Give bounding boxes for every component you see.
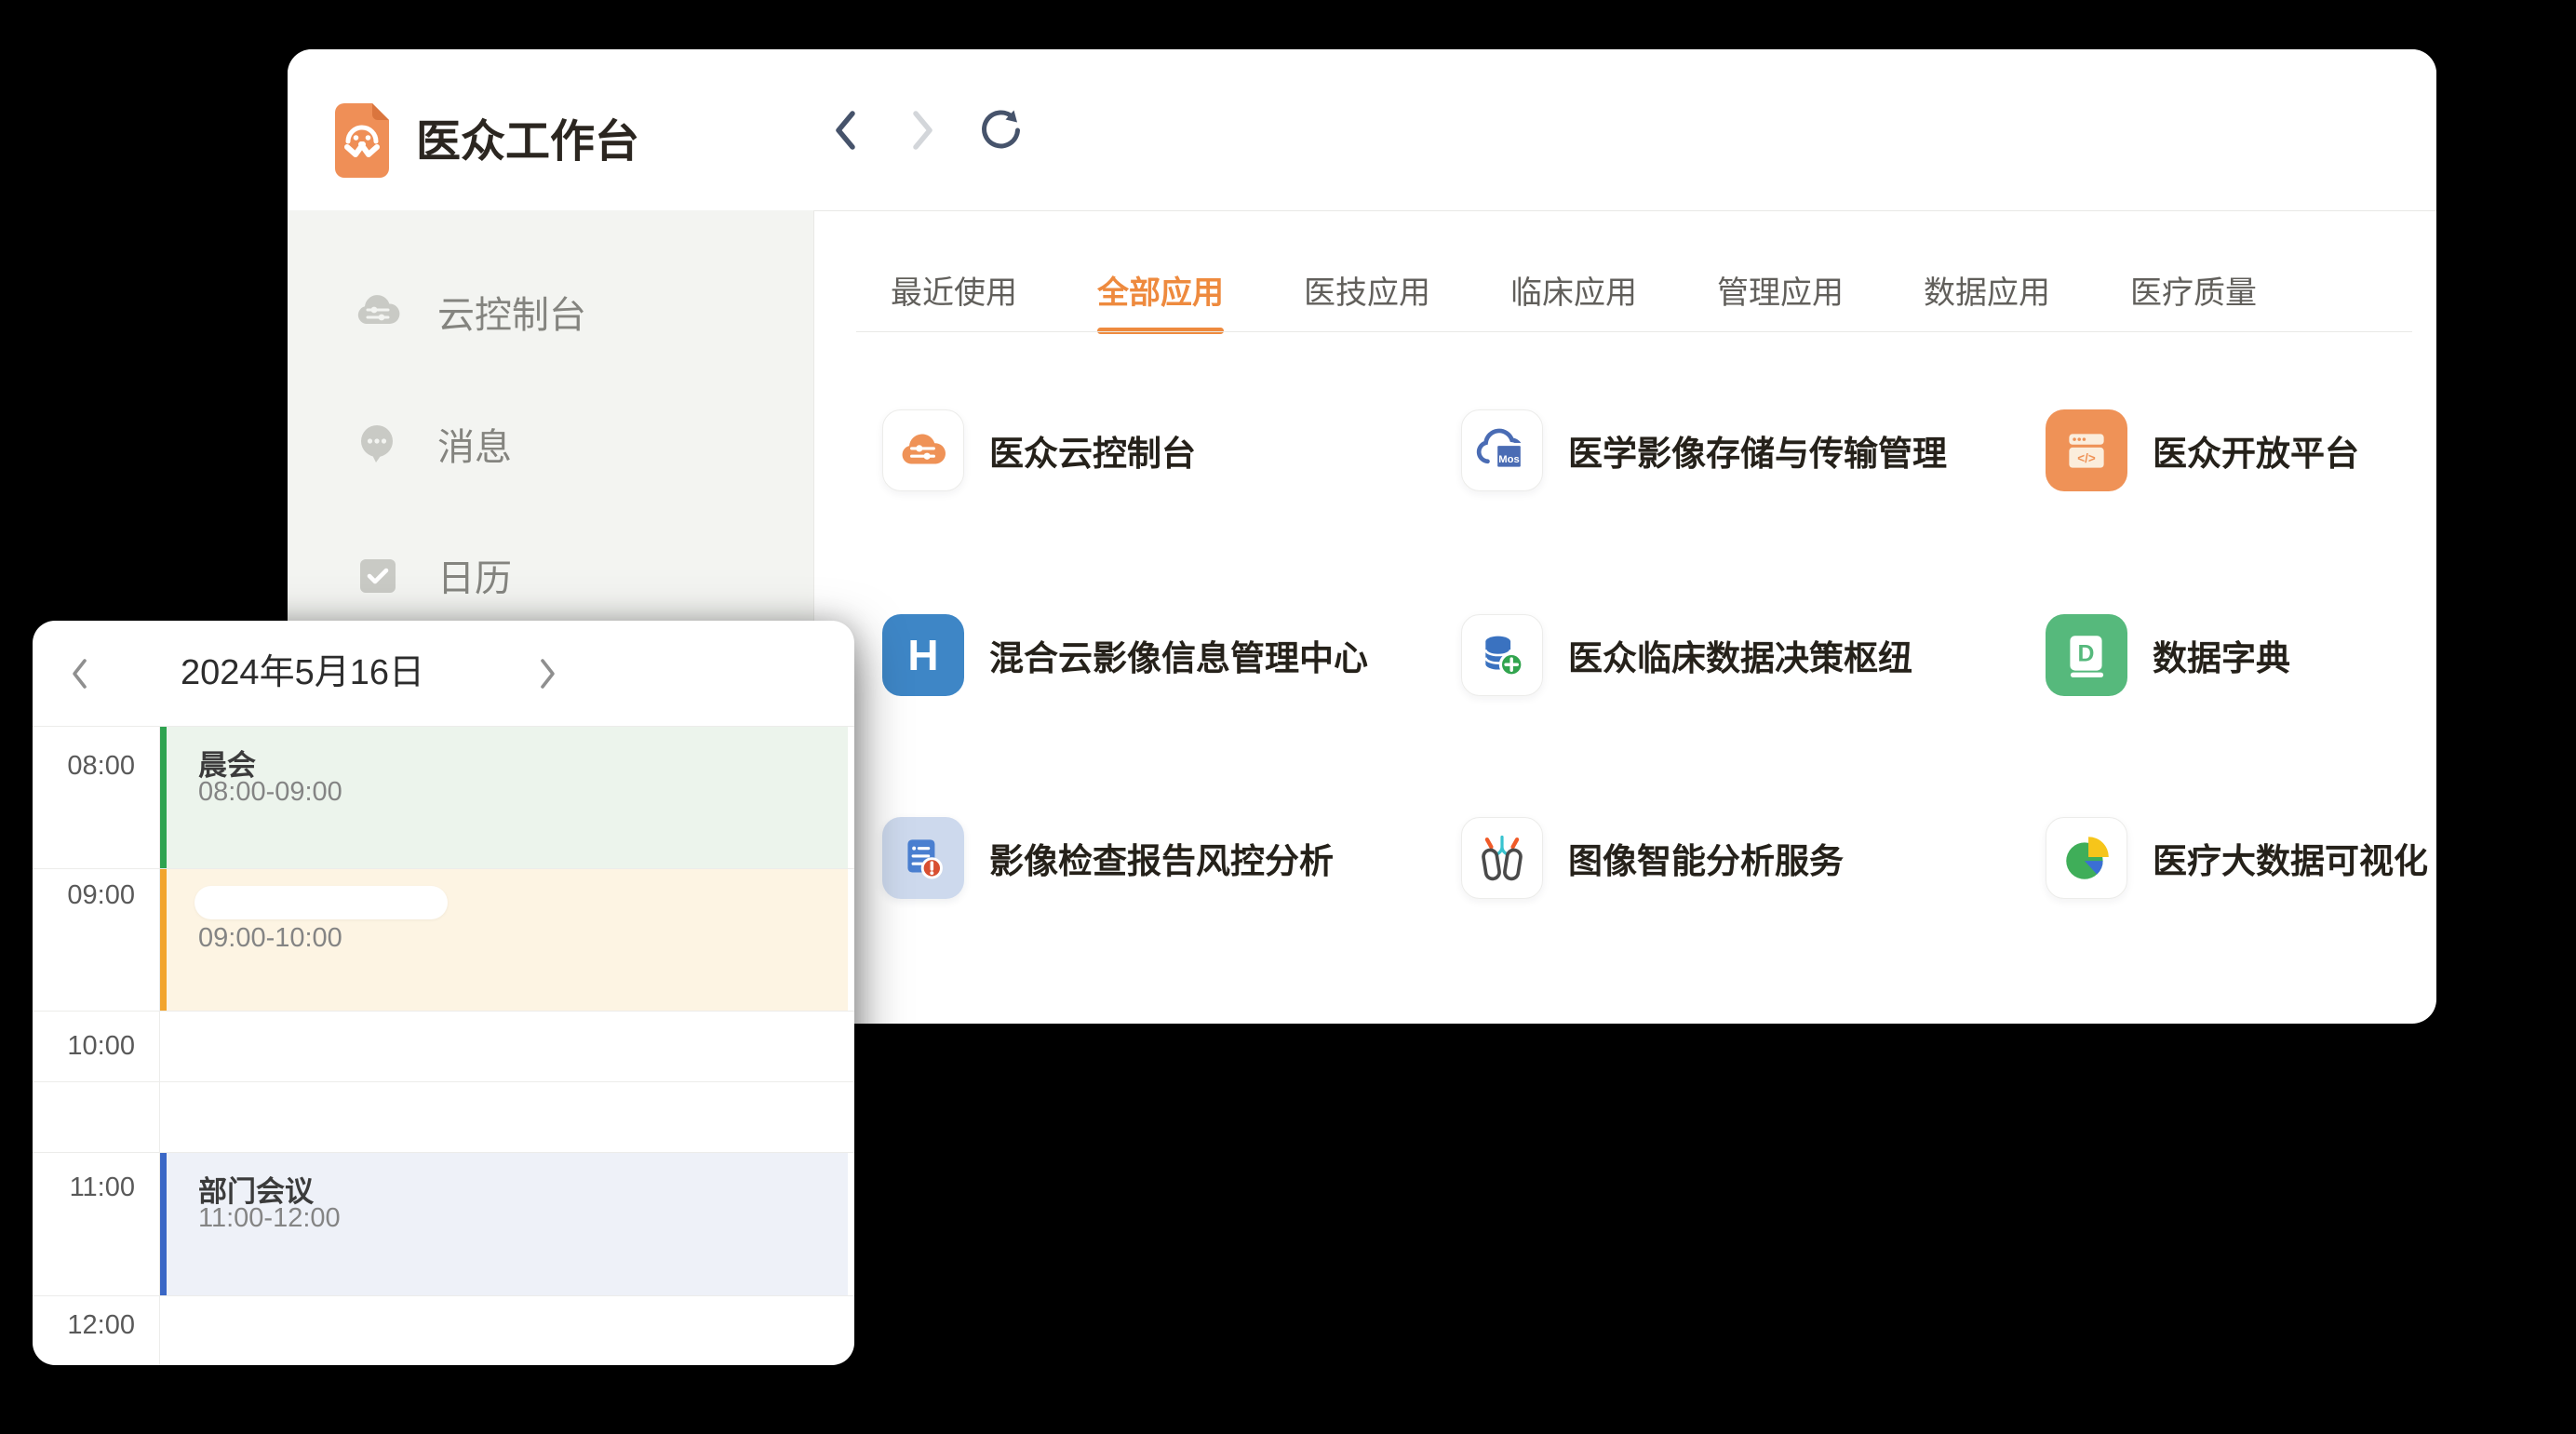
tab-medtech-apps[interactable]: 医技应用 [1304,273,1430,334]
time-label: 10:00 [53,1029,135,1063]
cloud-console-icon [352,286,404,338]
calendar-icon [352,549,404,601]
database-plus-icon [1474,627,1530,683]
app-imaging-storage[interactable]: Mos 医学影像存储与传输管理 [1461,409,1947,491]
book-letter: D [2078,642,2095,667]
chevron-right-icon [537,656,559,691]
event-title-redacted [195,886,448,919]
tab-recent[interactable]: 最近使用 [891,273,1017,334]
report-risk-icon [896,831,950,885]
app-category-tabs: 最近使用 全部应用 医技应用 临床应用 管理应用 数据应用 医疗质量 [891,273,2257,334]
time-label: 11:00 [53,1171,135,1204]
page-title: 医众工作台 [416,116,639,168]
app-label: 医疗大数据可视化 [2153,833,2428,883]
tab-all-apps[interactable]: 全部应用 [1097,273,1224,334]
tab-clinical-apps[interactable]: 临床应用 [1510,273,1637,334]
app-open-platform[interactable]: </> 医众开放平台 [2046,409,2359,491]
event-time: 08:00-09:00 [198,777,342,808]
app-tile [1461,817,1543,899]
sidebar-item-label: 日历 [437,548,512,602]
storage-badge: Mos [1498,454,1520,465]
app-tile [2046,817,2127,899]
app-image-ai-analysis[interactable]: 图像智能分析服务 [1461,817,1844,899]
tab-data-apps[interactable]: 数据应用 [1924,273,2050,334]
calendar-event-morning-meeting[interactable]: 晨会 08:00-09:00 [160,727,848,868]
sidebar-item-messages[interactable]: 消息 [288,395,813,492]
pie-chart-icon [2059,831,2113,885]
app-cloud-console[interactable]: 医众云控制台 [882,409,1196,491]
refresh-button[interactable] [976,49,1025,210]
calendar-panel: 2024年5月16日 08:00 09:00 10:00 11:00 12:00… [33,621,854,1365]
app-tile [882,409,964,491]
app-report-risk-analysis[interactable]: 影像检查报告风控分析 [882,817,1334,899]
app-label: 医众开放平台 [2153,425,2359,476]
chevron-left-icon [832,109,858,152]
dictionary-book-icon: D [2059,628,2113,682]
app-tile: D [2046,614,2127,696]
cloud-storage-icon: Mos [1474,422,1530,478]
sidebar-item-label: 云控制台 [437,285,586,339]
app-hybrid-cloud-imaging[interactable]: H 混合云影像信息管理中心 [882,614,1368,696]
calendar-next-day-button[interactable] [537,656,559,694]
time-label: 12:00 [53,1308,135,1342]
app-label: 图像智能分析服务 [1568,833,1844,883]
app-bigdata-visualization[interactable]: 医疗大数据可视化 [2046,817,2428,899]
app-tile: </> [2046,409,2127,491]
app-tile: H [882,614,964,696]
chevron-right-icon [910,109,936,152]
app-clinical-data-hub[interactable]: 医众临床数据决策枢纽 [1461,614,1912,696]
event-time: 09:00-10:00 [198,923,342,954]
sidebar-item-cloud-console[interactable]: 云控制台 [288,263,813,360]
app-tile [882,817,964,899]
time-label: 09:00 [53,878,135,912]
app-label: 医众云控制台 [989,425,1196,476]
gridline [33,1295,854,1296]
messages-icon [352,418,404,470]
calendar-prev-day-button[interactable] [68,656,90,694]
app-tile [1461,614,1543,696]
forward-button[interactable] [910,49,936,210]
app-label: 数据字典 [2153,630,2290,680]
app-label: 医学影像存储与传输管理 [1568,425,1947,476]
app-label: 医众临床数据决策枢纽 [1568,630,1912,680]
app-data-dictionary[interactable]: D 数据字典 [2046,614,2290,696]
calendar-event-redacted[interactable]: 09:00-10:00 [160,869,848,1011]
window-header: 医众工作台 [288,49,2436,211]
app-tile: Mos [1461,409,1543,491]
code-window-icon: </> [2059,423,2113,477]
lungs-ai-icon [1474,830,1530,886]
calendar-date: 2024年5月16日 [144,651,461,694]
app-label: 影像检查报告风控分析 [989,833,1334,883]
letter-tile-icon: H [907,630,938,680]
refresh-icon [976,106,1025,154]
gridline [33,1081,854,1082]
screen: { "window": { "title": "医众工作台" }, "heade… [0,0,2576,1434]
sidebar-item-calendar[interactable]: 日历 [288,527,813,623]
gridline [33,1011,854,1012]
cloud-sliders-icon [896,423,950,477]
sidebar-item-label: 消息 [437,417,512,471]
time-label: 08:00 [53,749,135,783]
tab-quality[interactable]: 医疗质量 [2130,273,2257,334]
calendar-event-department-meeting[interactable]: 部门会议 11:00-12:00 [160,1153,848,1295]
back-button[interactable] [832,49,858,210]
event-time: 11:00-12:00 [198,1203,341,1234]
chevron-left-icon [68,656,90,691]
tabs-divider [856,331,2412,332]
app-label: 混合云影像信息管理中心 [989,630,1368,680]
tab-admin-apps[interactable]: 管理应用 [1717,273,1844,334]
code-glyph: </> [2077,451,2096,465]
app-logo-icon [335,103,389,178]
